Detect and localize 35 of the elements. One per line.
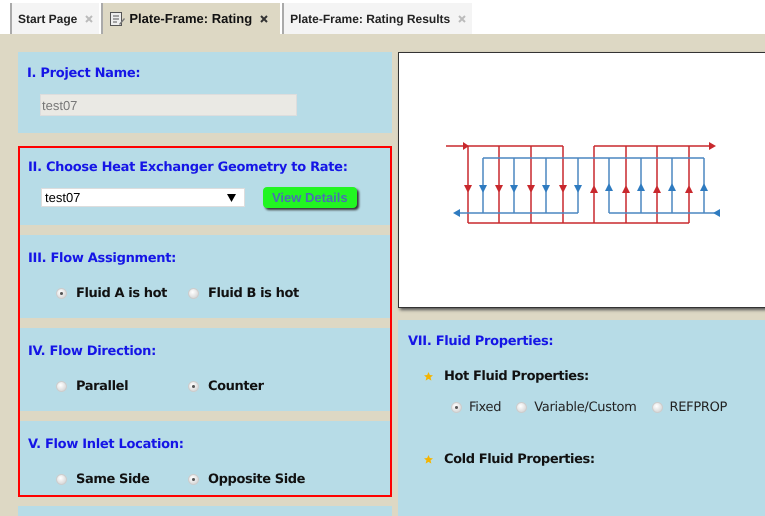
radio-label: Variable/Custom xyxy=(534,400,637,415)
section-title: II. Choose Heat Exchanger Geometry to Rate: xyxy=(28,160,349,175)
radio-label: Opposite Side xyxy=(208,472,306,487)
radio-label: Counter xyxy=(208,379,264,394)
tab[interactable]: Plate-Frame: Rating xyxy=(101,3,280,34)
radio-label: Fluid B is hot xyxy=(208,286,299,301)
radio-button[interactable] xyxy=(56,474,67,485)
radio-button[interactable] xyxy=(56,288,67,299)
radio-button[interactable] xyxy=(188,474,199,485)
dropdown-arrow-icon xyxy=(227,194,236,202)
group-label: Cold Fluid Properties: xyxy=(444,452,595,467)
radio-button[interactable] xyxy=(516,402,528,413)
radio-button[interactable] xyxy=(188,381,199,392)
radio-label: Parallel xyxy=(76,379,128,394)
radio-button[interactable] xyxy=(56,381,67,392)
radio-button[interactable] xyxy=(188,288,199,299)
star-icon xyxy=(424,372,433,381)
radio-label: Fluid A is hot xyxy=(76,286,167,301)
section-title: IV. Flow Direction: xyxy=(28,344,158,359)
radio-button[interactable] xyxy=(451,402,462,413)
close-icon[interactable] xyxy=(260,14,268,22)
star-icon xyxy=(424,455,433,464)
project-name-field[interactable]: test07 xyxy=(40,94,297,116)
section-title: VII. Fluid Properties: xyxy=(408,334,554,349)
section-title: III. Flow Assignment: xyxy=(28,251,178,266)
radio-button[interactable] xyxy=(652,402,663,413)
radio-label: Same Side xyxy=(76,472,150,487)
section-title: I. Project Name: xyxy=(27,66,142,81)
tab[interactable]: Plate-Frame: Rating Results xyxy=(282,3,472,34)
radio-label: REFPROP xyxy=(670,400,728,415)
radio-label: Fixed xyxy=(469,400,502,415)
section-title: V. Flow Inlet Location: xyxy=(28,437,185,452)
tab[interactable]: Start Page xyxy=(10,3,100,34)
group-label: Hot Fluid Properties: xyxy=(444,369,589,384)
geometry-dropdown[interactable]: test07 xyxy=(41,188,245,207)
